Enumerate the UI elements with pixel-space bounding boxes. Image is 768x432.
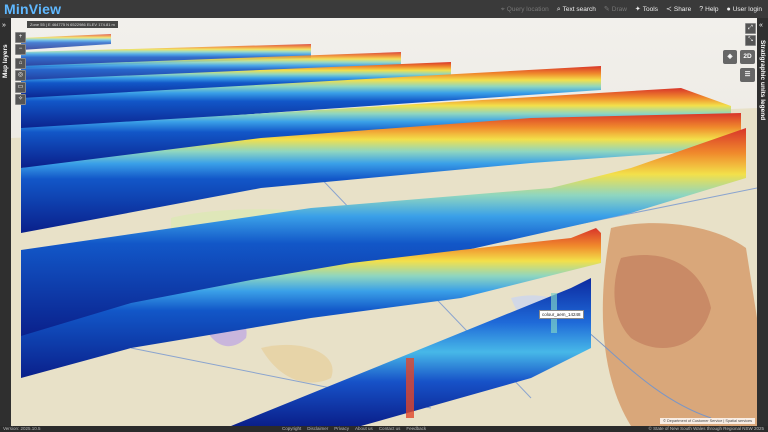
- app-title[interactable]: MinView: [0, 1, 61, 17]
- legend-panel-toggle[interactable]: « Stratigraphic units legend: [756, 18, 768, 426]
- chevron-right-icon: »: [2, 22, 6, 29]
- search-icon: ⌕: [556, 5, 561, 13]
- top-nav: ⌖ Query location ⌕ Text search ✎ Draw ✦ Tool…: [501, 0, 762, 18]
- layers-stack-button[interactable]: ◈: [723, 50, 737, 64]
- compass-icon: ✧: [17, 96, 24, 102]
- basemap-button[interactable]: ☰: [740, 68, 755, 82]
- zoom-out-button[interactable]: −: [15, 44, 26, 55]
- footer: Version: 2025.10.5 Copyright Disclaimer …: [0, 426, 768, 432]
- north-button[interactable]: ✧: [15, 94, 26, 105]
- share-button[interactable]: ≺ Share: [666, 6, 691, 13]
- expand-icon: ⤢: [748, 25, 753, 31]
- stack-icon: ☰: [744, 71, 751, 78]
- minus-icon: −: [18, 46, 23, 52]
- help-icon: ?: [699, 5, 704, 13]
- expand-button[interactable]: ⤢: [745, 23, 756, 34]
- collapse-icon: ⤡: [748, 37, 753, 43]
- query-location-button[interactable]: ⌖ Query location: [501, 6, 549, 13]
- help-button[interactable]: ? Help: [699, 6, 718, 13]
- footer-link-contact[interactable]: Contact us: [379, 426, 401, 432]
- chevron-left-icon: «: [759, 22, 763, 29]
- footer-link-disclaimer[interactable]: Disclaimer: [307, 426, 328, 432]
- footer-link-copyright[interactable]: Copyright: [282, 426, 301, 432]
- map-layers-label: Map layers: [2, 44, 9, 78]
- layers-icon: ◈: [727, 53, 733, 60]
- footer-links: Copyright Disclaimer Privacy About us Co…: [282, 426, 426, 432]
- aem-anomaly: [406, 358, 414, 418]
- ruler-icon: ▭: [17, 84, 24, 90]
- zoom-in-button[interactable]: +: [15, 32, 26, 43]
- version-text: Version: 2025.10.5: [3, 426, 41, 431]
- target-icon: ◎: [17, 72, 24, 78]
- feature-tooltip: colour_aem_14248: [539, 310, 584, 319]
- text-search-button[interactable]: ⌕ Text search: [557, 6, 596, 13]
- legend-label: Stratigraphic units legend: [759, 40, 766, 121]
- home-icon: ⌂: [18, 60, 23, 66]
- home-button[interactable]: ⌂: [15, 58, 26, 69]
- share-icon: ≺: [665, 5, 672, 13]
- copyright-text: © State of New South Wales through Regio…: [648, 426, 764, 431]
- measure-button[interactable]: ▭: [15, 82, 26, 93]
- collapse-button[interactable]: ⤡: [745, 35, 756, 46]
- draw-button[interactable]: ✎ Draw: [604, 6, 627, 13]
- tools-button[interactable]: ✦ Tools: [635, 6, 658, 13]
- coordinate-readout: Zone 55 | E 464775 N 6522986 ELEV 174.81…: [27, 21, 118, 28]
- user-login-button[interactable]: ● User login: [727, 6, 763, 13]
- map-3d-scene: [11, 18, 757, 426]
- user-icon: ●: [726, 5, 731, 13]
- plus-icon: +: [18, 34, 23, 40]
- map-attribution: © Department of Customer Service | Spati…: [660, 418, 755, 424]
- pencil-icon: ✎: [603, 5, 610, 13]
- wrench-icon: ✦: [634, 5, 641, 13]
- map-viewport[interactable]: Zone 55 | E 464775 N 6522986 ELEV 174.81…: [11, 18, 757, 426]
- footer-link-about[interactable]: About us: [355, 426, 373, 432]
- view-mode-2d-button[interactable]: 2D: [740, 50, 755, 64]
- crosshair-icon: ⌖: [500, 5, 505, 13]
- locate-button[interactable]: ◎: [15, 70, 26, 81]
- top-bar: MinView ⌖ Query location ⌕ Text search ✎ Dr…: [0, 0, 768, 19]
- footer-link-privacy[interactable]: Privacy: [334, 426, 349, 432]
- footer-link-feedback[interactable]: Feedback: [406, 426, 426, 432]
